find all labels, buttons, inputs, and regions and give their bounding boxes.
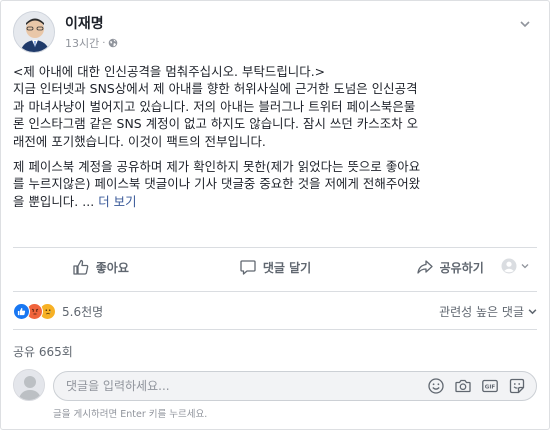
author-name[interactable]: 이재명 xyxy=(65,13,104,33)
comment-label: 댓글 달기 xyxy=(262,260,312,275)
chevron-down-icon xyxy=(528,308,537,314)
see-more-link[interactable]: 더 보기 xyxy=(98,194,136,209)
post-paragraph-2: 제 페이스북 계정을 공유하며 제가 확인하지 못한(제가 읽었다는 뜻으로 좋… xyxy=(13,158,539,210)
comment-box: GIF xyxy=(53,371,537,401)
chevron-down-icon[interactable] xyxy=(519,15,531,28)
chevron-down-icon xyxy=(521,264,529,269)
post-body: <제 아내에 대한 인신공격을 멈춰주십시오. 부탁드립니다.> 지금 인터넷과… xyxy=(13,63,539,218)
sticker-icon[interactable] xyxy=(508,377,526,395)
camera-icon[interactable] xyxy=(454,377,472,395)
divider xyxy=(13,291,537,292)
action-bar: 좋아요 댓글 달기 공유하기 xyxy=(13,251,537,283)
comment-icon xyxy=(240,260,256,275)
svg-text:GIF: GIF xyxy=(485,385,496,391)
comment-input[interactable] xyxy=(66,379,386,393)
divider xyxy=(13,329,537,330)
reaction-count[interactable]: 5.6천명 xyxy=(62,303,103,320)
like-icon xyxy=(73,259,89,275)
post-line: 을 뿐입니다. ... xyxy=(13,193,95,209)
globe-icon[interactable] xyxy=(108,38,118,48)
facebook-post: 이재명 13시간 · <제 아내에 대한 인신공격을 멈춰주십시오. 부탁드립니… xyxy=(0,0,550,430)
post-line: <제 아내에 대한 인신공격을 멈춰주십시오. 부탁드립니다.> xyxy=(13,64,326,79)
emoji-icon[interactable] xyxy=(427,377,445,395)
post-time[interactable]: 13시간 xyxy=(65,35,99,51)
like-button[interactable]: 좋아요 xyxy=(13,251,188,283)
comment-sort-dropdown[interactable]: 관련성 높은 댓글 xyxy=(439,303,537,320)
audience-icon xyxy=(501,258,517,274)
reactions-row: 5.6천명 관련성 높은 댓글 xyxy=(13,298,537,324)
like-label: 좋아요 xyxy=(95,260,129,275)
gif-icon[interactable]: GIF xyxy=(481,377,499,395)
share-count[interactable]: 공유 665회 xyxy=(13,343,73,360)
like-reaction-icon xyxy=(13,302,30,320)
comment-button[interactable]: 댓글 달기 xyxy=(188,251,363,283)
post-line: 론 인스타그램 같은 SNS 계정이 없고 하지도 않습니다. 잠시 쓰던 카스… xyxy=(13,116,419,132)
audience-selector[interactable] xyxy=(501,258,529,274)
post-line: 제 페이스북 계정을 공유하며 제가 확인하지 못한(제가 읽었다는 뜻으로 좋… xyxy=(13,159,421,175)
post-line: 지금 인터넷과 SNS상에서 제 아내를 향한 허위사실에 근거한 도넘은 인신… xyxy=(13,81,418,97)
comment-tools: GIF xyxy=(427,377,536,395)
divider xyxy=(13,247,537,248)
post-line: 래전에 포기했습니다. 이것이 팩트의 전부입니다. xyxy=(13,133,266,149)
share-label: 공유하기 xyxy=(439,260,484,275)
post-meta: 13시간 · xyxy=(65,35,118,51)
post-line: 과 마녀사냥이 벌어지고 있습니다. 저의 아내는 블러그나 트위터 페이스북은… xyxy=(13,98,416,114)
author-avatar[interactable] xyxy=(13,11,55,53)
commenter-avatar xyxy=(13,369,45,401)
comment-sort-label: 관련성 높은 댓글 xyxy=(439,304,524,319)
reaction-icons[interactable] xyxy=(13,302,56,320)
share-icon xyxy=(416,260,433,274)
comment-hint: 글을 게시하려면 Enter 키를 누르세요. xyxy=(53,409,208,420)
post-line: 를 누르지않은) 페이스북 댓글이나 기사 댓글중 중요한 것을 저에게 전해주… xyxy=(13,176,421,192)
meta-separator: · xyxy=(102,37,106,49)
post-line-last: 을 뿐입니다. ... 더 보기 xyxy=(13,193,539,210)
post-paragraph-1: <제 아내에 대한 인신공격을 멈춰주십시오. 부탁드립니다.> 지금 인터넷과… xyxy=(13,63,539,150)
